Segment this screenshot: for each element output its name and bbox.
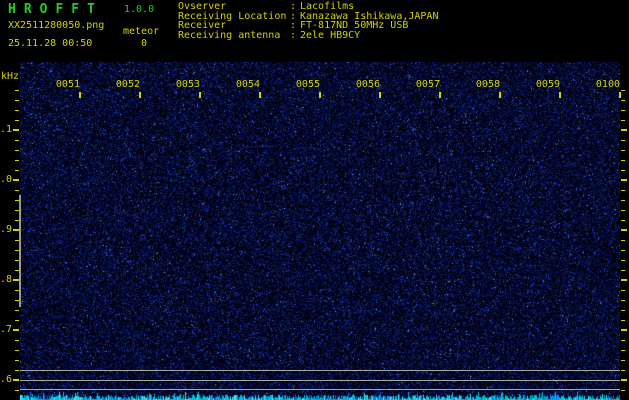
spectrogram-canvas [20, 62, 620, 400]
time-tick [619, 92, 621, 98]
time-tick-label: 0058 [475, 79, 500, 90]
freq-minor-tick [621, 300, 625, 301]
freq-minor-tick [621, 200, 625, 201]
info-value: 2ele HB9CY [300, 30, 361, 42]
freq-minor-tick [15, 150, 19, 151]
freq-minor-tick [15, 110, 19, 111]
freq-unit-label: kHz [1, 71, 20, 82]
freq-minor-tick [621, 250, 625, 251]
freq-minor-tick [621, 270, 625, 271]
output-filename: XX2511280050.png [8, 20, 105, 31]
time-tick-label: 0053 [175, 79, 200, 90]
freq-tick [13, 179, 19, 181]
time-tick [559, 92, 561, 98]
freq-minor-tick [15, 90, 19, 91]
freq-minor-tick [621, 110, 625, 111]
freq-minor-tick [15, 390, 19, 391]
freq-minor-tick [15, 120, 19, 121]
info-separator: : [290, 30, 297, 42]
freq-tick [13, 379, 19, 381]
freq-minor-tick [15, 310, 19, 311]
freq-minor-tick [621, 340, 625, 341]
freq-minor-tick [621, 210, 625, 211]
freq-minor-tick [621, 320, 625, 321]
freq-minor-tick [15, 160, 19, 161]
freq-tick-label: 0.6 [0, 374, 13, 385]
freq-minor-tick [15, 320, 19, 321]
reference-line [20, 370, 620, 371]
freq-tick-label: 0.9 [0, 224, 13, 235]
time-tick-label: 0055 [295, 79, 320, 90]
freq-minor-tick [15, 170, 19, 171]
freq-minor-tick [621, 190, 625, 191]
freq-tick [621, 179, 627, 181]
freq-minor-tick [621, 310, 625, 311]
app-title: HROFFT [8, 2, 103, 17]
freq-minor-tick [621, 160, 625, 161]
freq-tick [621, 229, 627, 231]
meteor-count: 0 [141, 38, 148, 49]
freq-minor-tick [621, 370, 625, 371]
time-tick [199, 92, 201, 98]
time-tick [499, 92, 501, 98]
info-row: Receiving antenna:2ele HB9CY [178, 31, 438, 41]
time-tick [439, 92, 441, 98]
freq-minor-tick [15, 140, 19, 141]
freq-tick [13, 129, 19, 131]
freq-minor-tick [621, 150, 625, 151]
freq-minor-tick [621, 240, 625, 241]
time-tick [79, 92, 81, 98]
freq-tick-label: 0.8 [0, 274, 13, 285]
time-tick [139, 92, 141, 98]
freq-minor-tick [621, 290, 625, 291]
time-tick [319, 92, 321, 98]
freq-minor-tick [621, 170, 625, 171]
freq-minor-tick [621, 120, 625, 121]
freq-minor-tick [621, 140, 625, 141]
freq-minor-tick [621, 360, 625, 361]
freq-minor-tick [15, 340, 19, 341]
freq-tick-label: 0.7 [0, 324, 13, 335]
app-version: 1.0.0 [124, 4, 155, 15]
time-tick-label: 0057 [415, 79, 440, 90]
time-tick-label: 0054 [235, 79, 260, 90]
freq-tick [621, 129, 627, 131]
info-label: Receiving antenna [178, 30, 281, 42]
freq-minor-tick [621, 260, 625, 261]
observation-datetime: 25.11.28 00:50 [8, 38, 93, 49]
level-marker-bar [19, 195, 21, 307]
time-tick [259, 92, 261, 98]
reference-line [20, 380, 620, 381]
freq-tick [621, 279, 627, 281]
time-tick-label: 0056 [355, 79, 380, 90]
freq-minor-tick [621, 100, 625, 101]
time-tick-label: 0059 [535, 79, 560, 90]
reference-line [20, 389, 620, 390]
freq-minor-tick [15, 360, 19, 361]
freq-tick [621, 329, 627, 331]
freq-minor-tick [15, 100, 19, 101]
freq-minor-tick [621, 220, 625, 221]
freq-tick [621, 379, 627, 381]
freq-tick [13, 329, 19, 331]
freq-minor-tick [621, 390, 625, 391]
mode-label: meteor [123, 26, 160, 37]
freq-tick-label: 1.0 [0, 174, 13, 185]
station-info: Ovserver: Lacofilms Receiving Location: Ka… [178, 2, 438, 41]
freq-minor-tick [15, 370, 19, 371]
freq-minor-tick [621, 90, 625, 91]
time-tick-label: 0052 [115, 79, 140, 90]
freq-minor-tick [15, 190, 19, 191]
freq-minor-tick [621, 350, 625, 351]
time-tick [379, 92, 381, 98]
freq-minor-tick [15, 350, 19, 351]
time-tick-label: 0051 [55, 79, 80, 90]
hrofft-screen: HROFFT 1.0.0 XX2511280050.png meteor 25.… [0, 0, 629, 400]
time-tick-label: 0100 [595, 79, 620, 90]
freq-tick-label: 1.1 [0, 124, 13, 135]
